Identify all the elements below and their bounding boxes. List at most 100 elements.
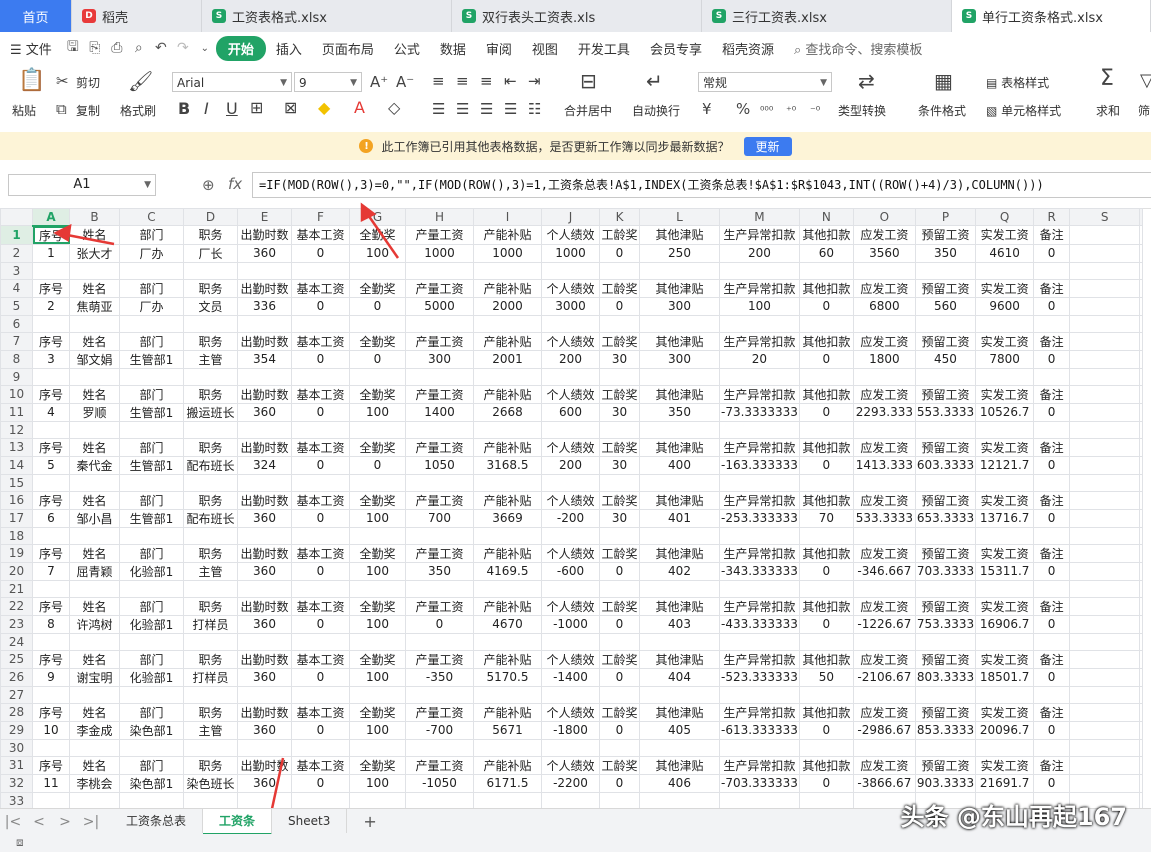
cell[interactable]: 屈青颖 (69, 561, 120, 581)
cell[interactable]: 6800 (852, 296, 916, 316)
cell[interactable] (32, 367, 70, 386)
column-header[interactable]: J (541, 208, 600, 226)
cell[interactable]: 出勤时数 (237, 702, 292, 722)
cell[interactable]: 其他津贴 (639, 543, 720, 563)
cell[interactable]: 5671 (473, 720, 542, 740)
cell[interactable]: 职务 (183, 225, 238, 245)
cell[interactable] (852, 314, 916, 333)
cell[interactable]: 350 (405, 561, 474, 581)
cell[interactable]: 3 (32, 349, 70, 369)
cell[interactable]: 其他津贴 (639, 331, 720, 351)
cell[interactable]: 903.3333 (914, 773, 977, 793)
cell[interactable]: 实发工资 (975, 331, 1035, 351)
document-tab[interactable]: S 双行表头工资表.xls (452, 0, 702, 32)
cell[interactable] (237, 367, 292, 386)
cell[interactable] (1033, 261, 1071, 280)
cell[interactable] (852, 685, 916, 704)
cell[interactable]: 70 (798, 508, 854, 528)
cell[interactable] (914, 579, 977, 598)
cell[interactable] (349, 420, 406, 439)
cell[interactable]: -200 (541, 508, 600, 528)
cell[interactable] (1033, 473, 1071, 492)
cell[interactable]: 工龄奖 (599, 702, 640, 722)
cell[interactable]: 应发工资 (852, 543, 916, 563)
cell[interactable]: 产能补贴 (473, 755, 542, 775)
cell[interactable]: 工龄奖 (599, 278, 640, 298)
cell[interactable]: 职务 (183, 649, 238, 669)
cell[interactable] (473, 791, 542, 808)
cell[interactable] (599, 632, 640, 651)
cell[interactable] (291, 261, 350, 280)
cell[interactable]: 生管部1 (119, 508, 184, 528)
cell[interactable] (1069, 402, 1141, 422)
row-header[interactable]: 30 (0, 738, 33, 757)
cell[interactable] (541, 473, 600, 492)
cell[interactable]: 出勤时数 (237, 278, 292, 298)
conditional-format-icon[interactable]: ▦ (934, 71, 953, 91)
cell[interactable]: -1050 (405, 773, 474, 793)
cell[interactable] (473, 632, 542, 651)
cell[interactable]: 工龄奖 (599, 543, 640, 563)
cell[interactable]: -1800 (541, 720, 600, 740)
cell[interactable]: 50 (798, 667, 854, 687)
cell[interactable] (291, 685, 350, 704)
cell[interactable]: 个人绩效 (541, 649, 600, 669)
cell[interactable]: 个人绩效 (541, 437, 600, 457)
cell[interactable] (1069, 225, 1141, 245)
cell[interactable]: 文员 (183, 296, 238, 316)
cell[interactable]: 个人绩效 (541, 331, 600, 351)
cell[interactable]: 0 (1033, 349, 1071, 369)
cell[interactable] (975, 526, 1035, 545)
export-pdf-icon[interactable]: ⎘ (84, 40, 106, 56)
cell[interactable] (798, 261, 854, 280)
cell[interactable]: 主管 (183, 720, 238, 740)
percent-icon[interactable]: % (736, 100, 750, 118)
cell[interactable]: 序号 (32, 702, 70, 722)
formula-input[interactable]: =IF(MOD(ROW(),3)=0,"",IF(MOD(ROW(),3)=1,… (252, 172, 1151, 198)
cell[interactable]: 6 (32, 508, 70, 528)
cell[interactable]: 406 (639, 773, 720, 793)
cell[interactable] (1139, 526, 1144, 545)
cell[interactable]: 预留工资 (914, 755, 977, 775)
cell[interactable] (1069, 649, 1141, 669)
cell[interactable] (1069, 455, 1141, 475)
cell[interactable] (119, 473, 184, 492)
cell[interactable] (69, 632, 120, 651)
cell[interactable] (237, 314, 292, 333)
cell[interactable] (719, 473, 800, 492)
cell[interactable]: 生管部1 (119, 455, 184, 475)
cell[interactable] (291, 367, 350, 386)
font-family-select[interactable]: Arial ▼ (172, 72, 292, 92)
cell[interactable]: 1000 (405, 243, 474, 263)
row-header[interactable]: 4 (0, 278, 33, 298)
cell[interactable]: 生产异常扣款 (719, 490, 800, 510)
sheet-tab[interactable]: Sheet3 (272, 809, 348, 833)
strikethrough-icon[interactable]: ⊠ (284, 99, 297, 117)
cell[interactable]: 实发工资 (975, 755, 1035, 775)
cell[interactable]: 姓名 (69, 331, 120, 351)
cell[interactable] (183, 526, 238, 545)
cell[interactable]: 化验部1 (119, 614, 184, 634)
update-button[interactable]: 更新 (743, 136, 792, 156)
cell[interactable]: 预留工资 (914, 437, 977, 457)
cell[interactable]: -163.333333 (719, 455, 800, 475)
menu-item[interactable]: 会员专享 (640, 39, 712, 58)
cell[interactable] (1139, 579, 1144, 598)
cell[interactable]: -346.667 (852, 561, 916, 581)
cell[interactable]: 全勤奖 (349, 649, 406, 669)
sheet-tab[interactable]: 工资条 (203, 809, 273, 835)
cell[interactable] (291, 791, 350, 808)
cell[interactable] (1139, 685, 1144, 704)
cell[interactable]: 基本工资 (291, 755, 350, 775)
cell[interactable]: -1400 (541, 667, 600, 687)
format-painter-button[interactable]: 格式刷 (120, 102, 156, 119)
cell[interactable] (291, 473, 350, 492)
cell[interactable] (914, 685, 977, 704)
cell[interactable]: 其他津贴 (639, 278, 720, 298)
cell[interactable]: 7800 (975, 349, 1035, 369)
align-middle-icon[interactable]: ≡ (456, 72, 469, 90)
cell[interactable]: 8 (32, 614, 70, 634)
column-header[interactable]: F (291, 208, 350, 226)
cell[interactable] (32, 473, 70, 492)
cell[interactable] (473, 526, 542, 545)
